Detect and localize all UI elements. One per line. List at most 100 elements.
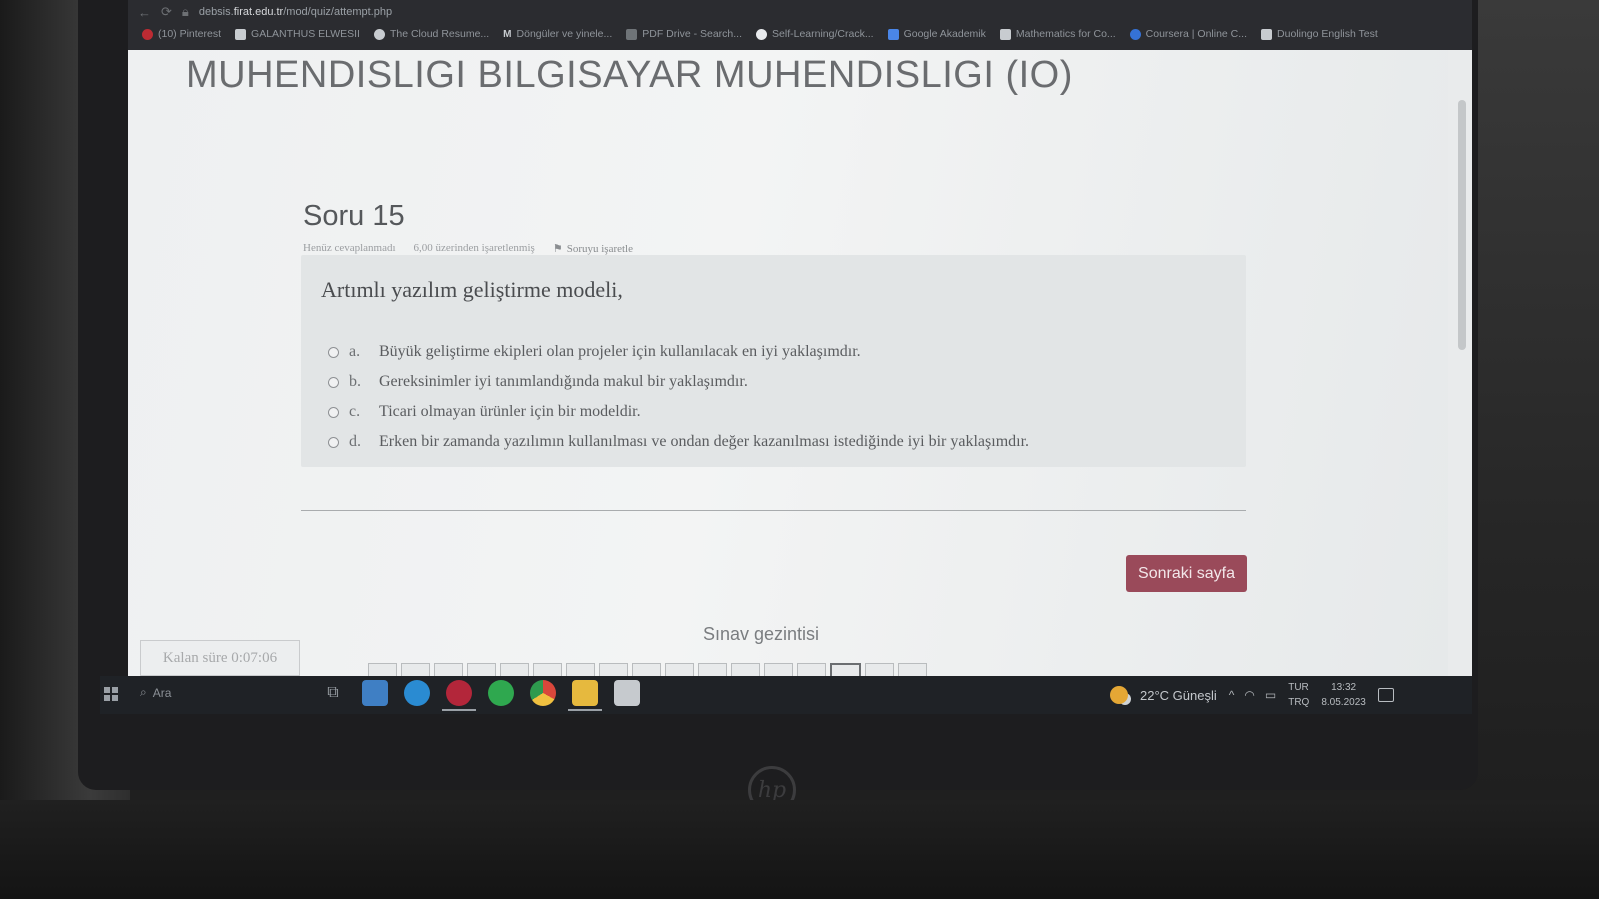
option-radio[interactable]: [328, 346, 339, 358]
opera-icon[interactable]: [442, 680, 476, 711]
file-explorer-icon[interactable]: [568, 680, 602, 711]
option-c[interactable]: c. Ticari olmayan ürünler için bir model…: [328, 397, 1029, 427]
option-letter: d.: [349, 433, 361, 450]
bookmarks-bar: (10) Pinterest GALANTHUS ELWESII The Clo…: [142, 28, 1378, 40]
taskbar: ⌕ Ara ⧉ 22°C Güneşli ^ ◠ ▭ TUR TRQ 13:32…: [100, 676, 1472, 714]
taskbar-apps: ⧉: [320, 680, 640, 711]
reload-icon[interactable]: ⟳: [161, 4, 172, 20]
url-host: firat.edu.tr: [233, 6, 284, 18]
chrome-icon[interactable]: [530, 680, 556, 706]
notification-icon[interactable]: [1377, 688, 1394, 702]
bookmark-label: Mathematics for Co...: [1015, 28, 1116, 40]
bookmark-label: Döngüler ve yinele...: [516, 28, 613, 40]
weather-icon: [1110, 686, 1128, 704]
lang-bottom: TRQ: [1288, 697, 1310, 708]
clock-time: 13:32: [1331, 682, 1357, 693]
screen: ← ⟳ 🔒︎ debsis.firat.edu.tr/mod/quiz/atte…: [128, 0, 1472, 690]
option-radio[interactable]: [328, 436, 339, 448]
option-text: Ticari olmayan ürünler için bir modeldir…: [379, 403, 641, 420]
url-prefix: debsis.: [198, 6, 234, 18]
question-text: Artımlı yazılım geliştirme modeli,: [321, 277, 623, 302]
page-icon: [235, 28, 247, 40]
flag-icon: ⚑: [552, 243, 563, 255]
calendar-icon[interactable]: [614, 680, 640, 706]
search-placeholder: Ara: [152, 685, 172, 700]
bookmark-label: Google Akademik: [903, 28, 986, 40]
task-view-icon[interactable]: ⧉: [320, 680, 346, 706]
option-letter: a.: [349, 343, 361, 360]
tray-icons: ^ ◠ ▭: [1229, 688, 1276, 702]
scrollbar[interactable]: [1458, 100, 1466, 350]
quiz-page: MUHENDISLIGI BILGISAYAR MUHENDISLIGI (IO…: [128, 50, 1448, 690]
question-meta: Henüz cevaplanmadı 6,00 üzerinden işaret…: [303, 242, 633, 255]
bookmark-coursera[interactable]: Coursera | Online C...: [1129, 28, 1248, 40]
bookmark-label: The Cloud Resume...: [389, 28, 490, 40]
page-icon: [1261, 28, 1273, 40]
wifi-icon[interactable]: ◠: [1244, 688, 1254, 702]
option-text: Erken bir zamanda yazılımın kullanılması…: [379, 433, 1030, 450]
language-indicator[interactable]: TUR TRQ: [1288, 680, 1309, 710]
url-path: /mod/quiz/attempt.php: [283, 6, 393, 18]
bookmark-galanthus[interactable]: GALANTHUS ELWESII: [235, 28, 360, 40]
option-d[interactable]: d. Erken bir zamanda yazılımın kullanılm…: [328, 427, 1029, 457]
battery-icon[interactable]: ▭: [1265, 688, 1276, 702]
option-radio[interactable]: [328, 406, 339, 418]
medium-icon: M: [503, 28, 512, 40]
option-text: Gereksinimler iyi tanımlandığında makul …: [379, 373, 748, 390]
browser-toolbar: ← ⟳ 🔒︎ debsis.firat.edu.tr/mod/quiz/atte…: [128, 0, 1472, 50]
address-bar[interactable]: debsis.firat.edu.tr/mod/quiz/attempt.php: [199, 6, 392, 18]
quiz-navigation-title: Sınav gezintisi: [703, 624, 820, 644]
bookmark-pdf-drive[interactable]: PDF Drive - Search...: [626, 28, 742, 40]
scholar-icon: [887, 28, 899, 40]
spotify-icon[interactable]: [488, 680, 514, 706]
bookmark-self-learning[interactable]: Self-Learning/Crack...: [756, 28, 874, 40]
bookmark-pinterest[interactable]: (10) Pinterest: [142, 28, 221, 40]
option-a[interactable]: a. Büyük geliştirme ekipleri olan projel…: [328, 337, 1029, 367]
cloud-icon: [373, 28, 385, 40]
bookmark-cloud-resume[interactable]: The Cloud Resume...: [373, 28, 490, 40]
chevron-up-icon[interactable]: ^: [1229, 688, 1235, 702]
question-number: Soru 15: [303, 200, 405, 232]
windows-start-icon[interactable]: [104, 687, 118, 701]
divider: [301, 510, 1246, 511]
bookmark-label: PDF Drive - Search...: [642, 28, 743, 40]
taskbar-search[interactable]: ⌕ Ara: [140, 685, 171, 700]
option-letter: b.: [349, 373, 361, 390]
back-icon[interactable]: ←: [138, 5, 151, 20]
bookmark-label: (10) Pinterest: [158, 28, 222, 40]
course-icon: [999, 28, 1011, 40]
option-text: Büyük geliştirme ekipleri olan projeler …: [379, 343, 861, 360]
system-tray: 22°C Güneşli ^ ◠ ▭ TUR TRQ 13:32 8.05.20…: [1110, 676, 1394, 714]
lang-top: TUR: [1288, 682, 1309, 693]
weather-text[interactable]: 22°C Güneşli: [1140, 688, 1217, 703]
bookmark-mathematics[interactable]: Mathematics for Co...: [999, 28, 1116, 40]
option-letter: c.: [349, 403, 361, 420]
github-icon: [756, 28, 768, 40]
flag-question-button[interactable]: ⚑ Soruyu işaretle: [552, 242, 633, 256]
clock-date: 8.05.2023: [1321, 697, 1366, 708]
address-row: ← ⟳ 🔒︎ debsis.firat.edu.tr/mod/quiz/atte…: [138, 4, 392, 20]
bookmark-label: Coursera | Online C...: [1145, 28, 1248, 40]
bookmark-google-akademik[interactable]: Google Akademik: [887, 28, 986, 40]
question-box: Artımlı yazılım geliştirme modeli, a. Bü…: [301, 255, 1246, 467]
bookmark-duolingo[interactable]: Duolingo English Test: [1261, 28, 1378, 40]
bookmark-label: Self-Learning/Crack...: [772, 28, 874, 40]
bookmark-label: GALANTHUS ELWESII: [251, 28, 360, 40]
edge-icon[interactable]: [404, 680, 430, 706]
question-marks: 6,00 üzerinden işaretlenmiş: [413, 242, 535, 254]
keyboard-area: [0, 800, 1599, 899]
pinterest-icon: [142, 28, 153, 40]
next-page-button[interactable]: Sonraki sayfa: [1126, 555, 1247, 592]
course-title: MUHENDISLIGI BILGISAYAR MUHENDISLIGI (IO…: [186, 54, 1073, 96]
coursera-icon: [1129, 28, 1141, 40]
option-radio[interactable]: [328, 376, 339, 388]
lock-icon: 🔒︎: [181, 4, 189, 19]
bookmark-label: Duolingo English Test: [1277, 28, 1378, 40]
timer: Kalan süre 0:07:06: [140, 640, 300, 676]
mail-icon[interactable]: [362, 680, 388, 706]
pdf-icon: [626, 28, 638, 40]
question-status: Henüz cevaplanmadı: [303, 242, 396, 254]
bookmark-donguler[interactable]: M Döngüler ve yinele...: [503, 28, 612, 40]
clock[interactable]: 13:32 8.05.2023: [1321, 680, 1366, 710]
option-b[interactable]: b. Gereksinimler iyi tanımlandığında mak…: [328, 367, 1029, 397]
